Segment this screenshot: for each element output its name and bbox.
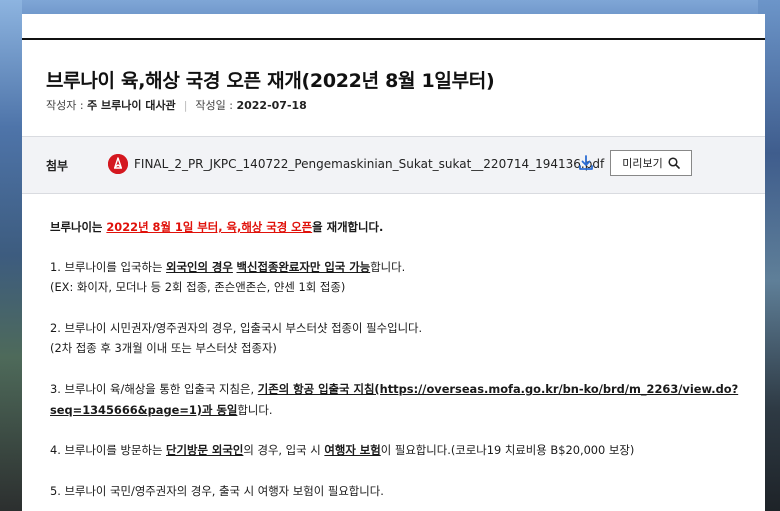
intro-suffix: 을 재개합니다. (312, 220, 384, 234)
post-meta: 작성자 : 주 브루나이 대사관 | 작성일 : 2022-07-18 (46, 97, 307, 113)
item-4-underline-2: 여행자 보험 (324, 443, 381, 457)
meta-separator: | (183, 99, 188, 112)
item-3-cont: seq=1345666&page=1)과 동일합니다. (50, 402, 272, 418)
item-3-suffix: 합니다. (237, 403, 273, 417)
item-4: 4. 브루나이를 방문하는 단기방문 외국인의 경우, 입국 시 여행자 보험이… (50, 442, 634, 458)
preview-button-label: 미리보기 (622, 157, 663, 170)
item-4-suffix: 이 필요합니다.(코로나19 치료비용 B$20,000 보장) (380, 443, 635, 457)
post-panel: 브루나이 육,해상 국경 오픈 재개(2022년 8월 1일부터) 작성자 : … (22, 14, 765, 511)
attachment-file-link[interactable]: FINAL_2_PR_JKPC_140722_Pengemaskinian_Su… (134, 157, 604, 171)
item-1-underline-2: 백신접종완료자만 입국 가능 (236, 260, 371, 274)
intro-line: 브루나이는 2022년 8월 1일 부터, 육,해상 국경 오픈을 재개합니다. (50, 219, 383, 235)
item-1-note: (EX: 화이자, 모더나 등 2회 접종, 존슨앤존슨, 얀센 1회 접종) (50, 280, 346, 294)
preview-button[interactable]: 미리보기 (610, 150, 692, 176)
intro-highlight: 2022년 8월 1일 부터, 육,해상 국경 오픈 (106, 220, 313, 234)
item-1-suffix: 합니다. (370, 260, 406, 274)
item-4-prefix: 4. 브루나이를 방문하는 (50, 443, 167, 457)
item-3-link-part-2[interactable]: seq=1345666&page=1)과 동일 (50, 403, 237, 417)
item-2-note: (2차 접종 후 3개월 이내 또는 부스터샷 접종자) (50, 341, 277, 355)
pdf-glyph (108, 154, 128, 174)
author-label: 작성자 : (46, 99, 88, 112)
intro-prefix: 브루나이는 (50, 220, 107, 234)
item-2: 2. 브루나이 시민권자/영주권자의 경우, 입출국시 부스터샷 접종이 필수입… (50, 321, 423, 335)
date-value: 2022-07-18 (236, 99, 307, 112)
download-icon[interactable] (578, 154, 594, 172)
page-title: 브루나이 육,해상 국경 오픈 재개(2022년 8월 1일부터) (46, 70, 495, 92)
item-3-link-part-1[interactable]: 기존의 항공 입출국 지침(https://overseas.mofa.go.k… (258, 382, 738, 396)
item-4-underline-1: 단기방문 외국인 (166, 443, 244, 457)
item-4-mid: 의 경우, 입국 시 (243, 443, 325, 457)
item-1: 1. 브루나이를 입국하는 외국인의 경우 백신접종완료자만 입국 가능합니다. (50, 259, 405, 275)
attachment-label: 첨부 (46, 159, 69, 173)
pdf-icon (108, 154, 128, 174)
item-1-underline-1: 외국인의 경우 (166, 260, 233, 274)
top-divider (22, 38, 765, 40)
attachment-bar: 첨부 FINAL_2_PR_JKPC_140722_Pengemaskinian… (22, 136, 765, 194)
background-left-strip (0, 0, 22, 511)
author-value: 주 브루나이 대사관 (87, 99, 176, 112)
item-3: 3. 브루나이 육/해상을 통한 입출국 지침은, 기존의 항공 입출국 지침(… (50, 381, 738, 397)
search-icon (668, 157, 680, 169)
item-3-prefix: 3. 브루나이 육/해상을 통한 입출국 지침은, (50, 382, 258, 396)
item-5: 5. 브루나이 국민/영주권자의 경우, 출국 시 여행자 보험이 필요합니다. (50, 484, 384, 498)
date-label: 작성일 : (195, 99, 237, 112)
item-1-prefix: 1. 브루나이를 입국하는 (50, 260, 167, 274)
